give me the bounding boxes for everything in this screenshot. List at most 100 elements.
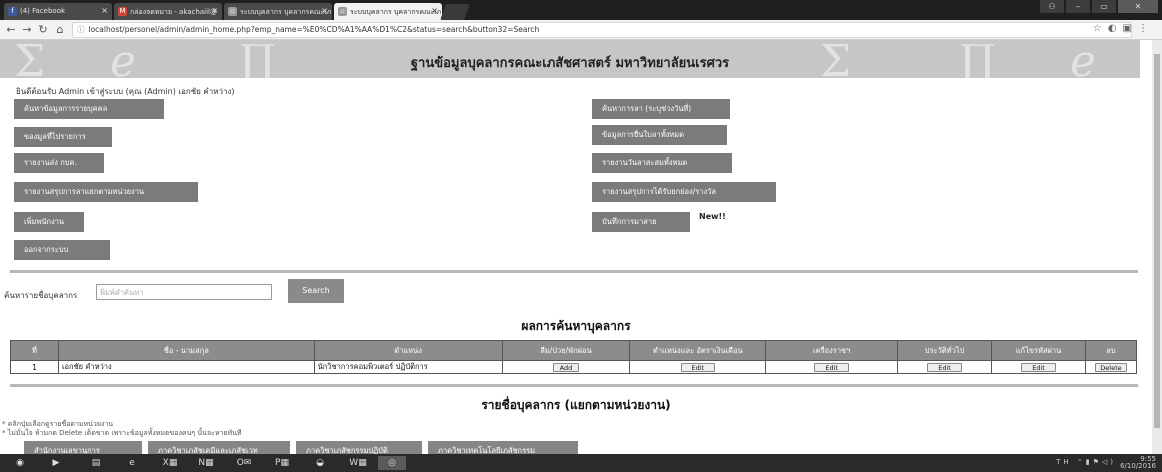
close-icon[interactable]: × bbox=[321, 6, 328, 15]
page-scrollbar[interactable] bbox=[1152, 40, 1162, 454]
tab-label: กล่องจดหมาย - akachaiil@ bbox=[130, 8, 217, 16]
row-number: 1 bbox=[10, 360, 59, 374]
window-controls: ⚇ – ▭ ✕ bbox=[1040, 0, 1158, 14]
volume-icon[interactable]: ◁) bbox=[1102, 458, 1116, 466]
menu-logout-button[interactable]: ออกจากระบบ bbox=[14, 240, 110, 260]
notes: * คลิกปุ่มเลือกดูรายชื่อตามหน่วยงาน * ไม… bbox=[2, 420, 241, 438]
row-position: นักวิชาการคอมพิวเตอร์ ปฏิบัติการ bbox=[313, 360, 503, 374]
language-indicator[interactable]: TH bbox=[1056, 458, 1072, 466]
address-bar-icons: ☆◐▣⋮ bbox=[1093, 23, 1154, 34]
staff-title: รายชื่อบุคลากร (แยกตามหน่วยงาน) bbox=[481, 398, 671, 412]
forward-icon[interactable]: → bbox=[20, 23, 34, 36]
browser-tab-active[interactable]: ▫ ระบบบุคลากร บุคลากรคณะเภ × bbox=[334, 3, 442, 20]
word-icon[interactable]: W▦ bbox=[344, 456, 372, 470]
network-icon[interactable]: ▮ bbox=[1086, 458, 1093, 466]
menu-award-report-button[interactable]: รายงานสรุปการได้รับยกย่อง/รางวัล bbox=[592, 182, 776, 202]
ie-icon[interactable]: e bbox=[118, 456, 146, 470]
page-icon: ▫ bbox=[228, 7, 237, 16]
close-icon[interactable]: × bbox=[211, 6, 218, 15]
chrome-icon[interactable]: ◎ bbox=[378, 456, 406, 470]
file-explorer-icon[interactable]: ▤ bbox=[82, 456, 110, 470]
clock[interactable]: 9:55 6/10/2016 bbox=[1120, 456, 1156, 470]
powerpoint-icon[interactable]: P▦ bbox=[268, 456, 296, 470]
column-header: ชื่อ - นามสกุล bbox=[57, 340, 315, 361]
close-icon[interactable]: × bbox=[431, 6, 438, 15]
decoration-cell: Edit bbox=[765, 360, 899, 374]
minimize-icon[interactable]: – bbox=[1066, 0, 1090, 13]
menu-all-leave-button[interactable]: ข้อมูลการยื่นใบลาทั้งหมด bbox=[592, 125, 727, 145]
new-badge: New!! bbox=[699, 212, 726, 221]
edit-password-button[interactable]: Edit bbox=[1021, 362, 1056, 372]
windows-start-icon[interactable]: ◉ bbox=[6, 456, 34, 470]
edge-icon[interactable]: ◒ bbox=[306, 456, 334, 470]
url-input[interactable]: ⓘ localhost/personel/admin/admin_home.php… bbox=[72, 22, 1132, 38]
back-icon[interactable]: ← bbox=[4, 23, 18, 36]
menu-icon[interactable]: ⋮ bbox=[1138, 23, 1154, 34]
column-header: ประวัติทั่วไป bbox=[897, 340, 993, 361]
edit-profile-button[interactable]: Edit bbox=[927, 362, 962, 372]
reload-icon[interactable]: ↻ bbox=[36, 23, 50, 36]
edit-salary-button[interactable]: Edit bbox=[680, 362, 716, 372]
menu-leave-search-button[interactable]: ค้นหาการลา (ระบุช่วงวันที่) bbox=[592, 99, 730, 119]
menu-report-button[interactable]: รายงานส่ง กบค. bbox=[14, 153, 104, 173]
table-header-row: ที่ ชื่อ - นามสกุล ตำแหน่ง ลืม/ป่วย/พักผ… bbox=[10, 340, 1138, 361]
column-header: ที่ bbox=[10, 340, 59, 361]
column-header: เครื่องราชฯ bbox=[765, 340, 899, 361]
onenote-icon[interactable]: N▦ bbox=[192, 456, 220, 470]
scrollbar-thumb[interactable] bbox=[1154, 54, 1160, 428]
chevron-up-icon[interactable]: ⌃ bbox=[1077, 458, 1086, 466]
browser-tab[interactable]: ▫ ระบบบุคลากร บุคลากรคณะเภ × bbox=[224, 3, 332, 20]
excel-icon[interactable]: X▦ bbox=[156, 456, 184, 470]
menu-late-record-button[interactable]: บันทึกการมาสาย bbox=[592, 212, 690, 232]
search-button[interactable]: Search bbox=[288, 279, 344, 303]
menu-info-button[interactable]: ของมูลที่ไปรายการ bbox=[14, 127, 112, 147]
search-label: ค้นหารายชื่อบุคลากร bbox=[4, 291, 78, 300]
edit-decoration-button[interactable]: Edit bbox=[814, 362, 849, 372]
cast-icon[interactable]: ▣ bbox=[1123, 23, 1138, 34]
new-tab-button[interactable] bbox=[440, 4, 470, 20]
close-window-icon[interactable]: ✕ bbox=[1118, 0, 1158, 13]
browser-tab[interactable]: M กล่องจดหมาย - akachaiil@ × bbox=[114, 3, 222, 20]
menu-leave-summary-button[interactable]: รายงานสรุปการลาแยกตามหน่วยงาน bbox=[14, 182, 198, 202]
header-banner: Σ ℯ ∏ Σ ∏ ℯ ฐานข้อมูลบุคลากรคณะเภสัชศาสต… bbox=[0, 40, 1140, 78]
column-header: ตำแหน่งและ อัตราเงินเดือน bbox=[629, 340, 767, 361]
tab-label: (4) Facebook bbox=[20, 7, 66, 15]
row-name: เอกชัย คำหว่าง bbox=[57, 360, 315, 374]
divider bbox=[10, 270, 1138, 273]
info-icon[interactable]: ⓘ bbox=[77, 25, 85, 34]
search-input[interactable] bbox=[96, 284, 272, 300]
leave-cell: Add bbox=[501, 360, 631, 374]
add-leave-button[interactable]: Add bbox=[552, 362, 580, 372]
menu-add-employee-button[interactable]: เพิ่มพนักงาน bbox=[14, 212, 84, 232]
table-row: 1 เอกชัย คำหว่าง นักวิชาการคอมพิวเตอร์ ป… bbox=[10, 360, 1138, 374]
page-title: ฐานข้อมูลบุคลากรคณะเภสัชศาสตร์ มหาวิทยาล… bbox=[410, 56, 730, 71]
dept-button-secretary[interactable]: สำนักงานเลขานุการ bbox=[24, 441, 142, 454]
delete-button[interactable]: Delete bbox=[1095, 362, 1127, 372]
column-header: ตำแหน่ง bbox=[313, 340, 503, 361]
taskbar: ◉ ▶ ▤ e X▦ N▦ O✉ P▦ ◒ W▦ ◎ TH ⌃▮⚑◁) 9:55… bbox=[0, 454, 1162, 472]
dept-button-practice[interactable]: ภาควิชาเภสัชกรรมปฏิบัติ bbox=[296, 441, 422, 454]
facebook-icon: f bbox=[8, 7, 17, 16]
column-header: แก้ไขรหัสผ่าน bbox=[991, 340, 1086, 361]
menu-search-person-button[interactable]: ค้นหาข้อมูลการรายบุคคล bbox=[14, 99, 164, 119]
menu-leave-total-button[interactable]: รายงานวันลาสะสมทั้งหมด bbox=[592, 153, 732, 173]
user-icon[interactable]: ⚇ bbox=[1040, 0, 1064, 13]
system-tray: TH ⌃▮⚑◁) bbox=[1056, 458, 1116, 466]
close-icon[interactable]: × bbox=[101, 6, 108, 15]
password-cell: Edit bbox=[991, 360, 1086, 374]
media-player-icon[interactable]: ▶ bbox=[42, 456, 70, 470]
home-icon[interactable]: ⌂ bbox=[53, 23, 67, 36]
note-text: * ไม่มั่นใจ ห้ามกด Delete เด็ดขาด เพราะข… bbox=[2, 429, 242, 437]
flag-icon[interactable]: ⚑ bbox=[1093, 458, 1102, 466]
column-header: ลืม/ป่วย/พักผ่อน bbox=[501, 340, 631, 361]
maximize-icon[interactable]: ▭ bbox=[1092, 0, 1116, 13]
star-icon[interactable]: ☆ bbox=[1093, 23, 1108, 34]
extension-icon[interactable]: ◐ bbox=[1108, 23, 1123, 34]
browser-tab[interactable]: f (4) Facebook × bbox=[4, 3, 112, 20]
results-table: ที่ ชื่อ - นามสกุล ตำแหน่ง ลืม/ป่วย/พักผ… bbox=[10, 340, 1138, 374]
tab-label: ระบบบุคลากร บุคลากรคณะเภ bbox=[240, 8, 332, 16]
dept-button-technology[interactable]: ภาควิชาเทคโนโลยีเภสัชกรรม bbox=[428, 441, 578, 454]
salary-cell: Edit bbox=[629, 360, 767, 374]
outlook-icon[interactable]: O✉ bbox=[230, 456, 258, 470]
dept-button-pharmchem[interactable]: ภาควิชาเภสัชเคมีและเภสัชเวท bbox=[148, 441, 290, 454]
